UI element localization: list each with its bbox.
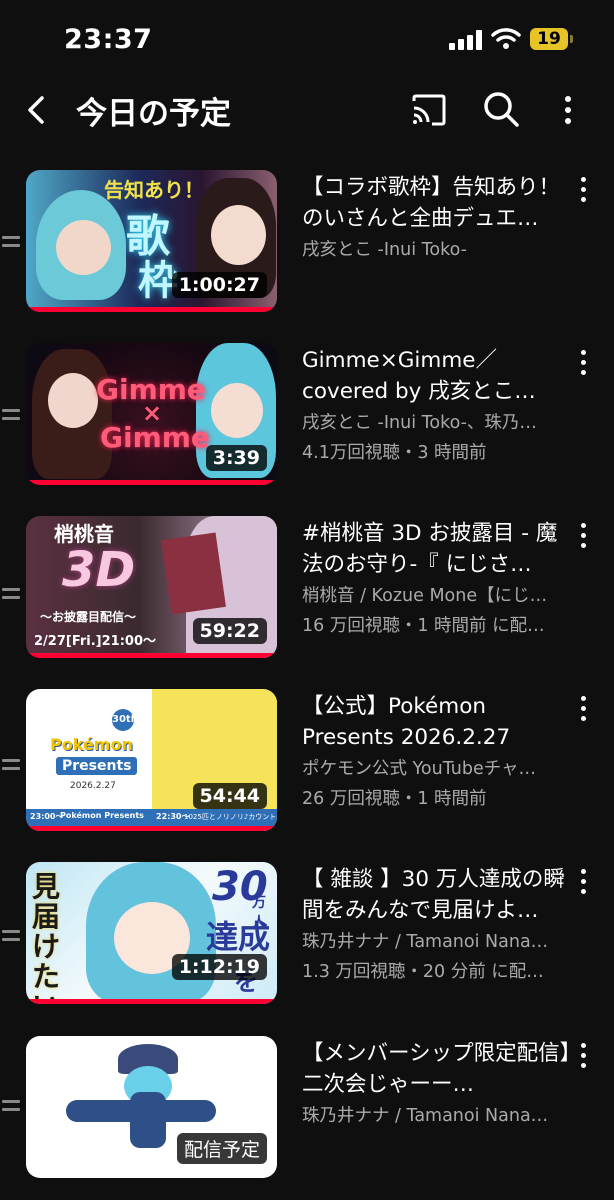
video-title[interactable]: 【メンバーシップ限定配信】二次会じゃーー… — [302, 1038, 572, 1100]
more-vert-icon[interactable] — [576, 176, 590, 204]
thumb-text: Pokémon Presents — [60, 811, 144, 820]
app-header: 今日の予定 — [0, 80, 614, 140]
upcoming-badge: 配信予定 — [176, 1133, 267, 1164]
duration-badge: 54:44 — [192, 783, 267, 809]
more-vert-icon[interactable] — [558, 92, 578, 128]
thumb-text: 見届けたい — [32, 870, 61, 1005]
status-bar: 23:37 19 — [0, 0, 614, 80]
thumb-text: 23:00〜 — [30, 812, 64, 821]
video-title[interactable]: 【コラボ歌枠】告知あり！のいさんと全曲デュエ… — [302, 172, 572, 234]
channel-name: 珠乃井ナナ / Tamanoi Nana… — [302, 1106, 549, 1126]
duration-badge: 59:22 — [192, 618, 267, 644]
channel-name: 梢桃音 / Kozue Mone【にじ… — [302, 586, 548, 606]
video-thumbnail[interactable]: Gimme × Gimme 3:39 — [26, 343, 277, 485]
thumb-text: Pokémon — [50, 735, 133, 754]
drag-handle-icon[interactable] — [2, 407, 22, 423]
channel-name: 珠乃井ナナ / Tamanoi Nana… — [302, 932, 549, 952]
watch-progress-bar — [26, 826, 277, 831]
view-count-time: 16 万回視聴・1 時間前 に配… — [302, 616, 545, 636]
video-item[interactable]: 告知あり！ 歌 枠 1:00:27 【コラボ歌枠】告知あり！のいさんと全曲デュエ… — [0, 170, 614, 315]
thumb-text: 告知あり！ — [104, 178, 204, 202]
battery-indicator: 19 — [530, 28, 568, 50]
drag-handle-icon[interactable] — [2, 586, 22, 602]
more-vert-icon[interactable] — [576, 695, 590, 723]
channel-name: 戌亥とこ -Inui Toko- — [302, 240, 467, 260]
video-title[interactable]: 【公式】Pokémon Presents 2026.2.27 — [302, 691, 572, 753]
page-title: 今日の予定 — [76, 96, 231, 132]
thumb-text: 1025匹とノリノリ♪カウントダウン — [184, 813, 277, 821]
drag-handle-icon[interactable] — [2, 234, 22, 250]
video-item[interactable]: 見届けたい 30 万人 達成 を 1:12:19 【 雑談 】30 万人達成の瞬… — [0, 862, 614, 1007]
watch-progress-bar — [26, 480, 277, 485]
thumb-text: 30th — [112, 709, 138, 731]
back-arrow-icon[interactable] — [22, 92, 52, 128]
watch-progress-bar — [26, 999, 277, 1004]
video-thumbnail[interactable]: 告知あり！ 歌 枠 1:00:27 — [26, 170, 277, 312]
video-title[interactable]: #梢桃音 3D お披露目 - 魔法のお守り-『 にじさ… — [302, 518, 572, 580]
drag-handle-icon[interactable] — [2, 1098, 22, 1114]
view-count-time: 4.1万回視聴・3 時間前 — [302, 443, 487, 463]
video-title[interactable]: Gimme×Gimme／covered by 戌亥とこ… — [302, 345, 572, 407]
video-item[interactable]: 梢桃音 3D 〜お披露目配信〜 2/27[Fri.]21:00〜 59:22 #… — [0, 516, 614, 661]
duration-badge: 3:39 — [205, 445, 267, 471]
thumb-text: 2026.2.27 — [70, 781, 116, 791]
more-vert-icon[interactable] — [576, 349, 590, 377]
video-thumbnail[interactable]: 30th Pokémon Presents 2026.2.27 23:00〜 P… — [26, 689, 277, 831]
drag-handle-icon[interactable] — [2, 757, 22, 773]
video-title[interactable]: 【 雑談 】30 万人達成の瞬間をみんなで見届けよ… — [302, 864, 572, 926]
thumb-text: 〜お披露目配信〜 — [40, 610, 137, 624]
channel-name: ポケモン公式 YouTubeチャ… — [302, 759, 537, 779]
video-item[interactable]: 配信予定 【メンバーシップ限定配信】二次会じゃーー… 珠乃井ナナ / Taman… — [0, 1036, 614, 1181]
more-vert-icon[interactable] — [576, 1042, 590, 1070]
more-vert-icon[interactable] — [576, 868, 590, 896]
wifi-icon — [491, 28, 521, 49]
thumb-text: 2/27[Fri.]21:00〜 — [34, 634, 157, 649]
battery-tip — [570, 35, 573, 43]
thumb-text: Gimme — [100, 421, 210, 454]
thumb-text: Presents — [56, 757, 138, 775]
video-thumbnail[interactable]: 見届けたい 30 万人 達成 を 1:12:19 — [26, 862, 277, 1004]
more-vert-icon[interactable] — [576, 522, 590, 550]
cellular-signal-icon — [449, 30, 483, 50]
drag-handle-icon[interactable] — [2, 928, 22, 944]
view-count-time: 1.3 万回視聴・20 分前 に配… — [302, 962, 544, 982]
video-thumbnail[interactable]: 梢桃音 3D 〜お披露目配信〜 2/27[Fri.]21:00〜 59:22 — [26, 516, 277, 658]
thumb-text: 達成 — [206, 918, 271, 956]
view-count-time: 26 万回視聴・1 時間前 — [302, 789, 487, 809]
video-item[interactable]: 30th Pokémon Presents 2026.2.27 23:00〜 P… — [0, 689, 614, 834]
duration-badge: 1:12:19 — [171, 954, 267, 980]
video-item[interactable]: Gimme × Gimme 3:39 Gimme×Gimme／covered b… — [0, 343, 614, 488]
status-time: 23:37 — [64, 24, 153, 55]
watch-progress-bar — [26, 653, 277, 658]
cast-icon[interactable] — [410, 92, 448, 128]
video-thumbnail[interactable]: 配信予定 — [26, 1036, 277, 1178]
duration-badge: 1:00:27 — [171, 272, 267, 298]
watch-progress-bar — [26, 307, 277, 312]
channel-name: 戌亥とこ -Inui Toko-、珠乃… — [302, 413, 537, 433]
thumb-text: 3D — [62, 542, 136, 598]
search-icon[interactable] — [482, 90, 520, 128]
